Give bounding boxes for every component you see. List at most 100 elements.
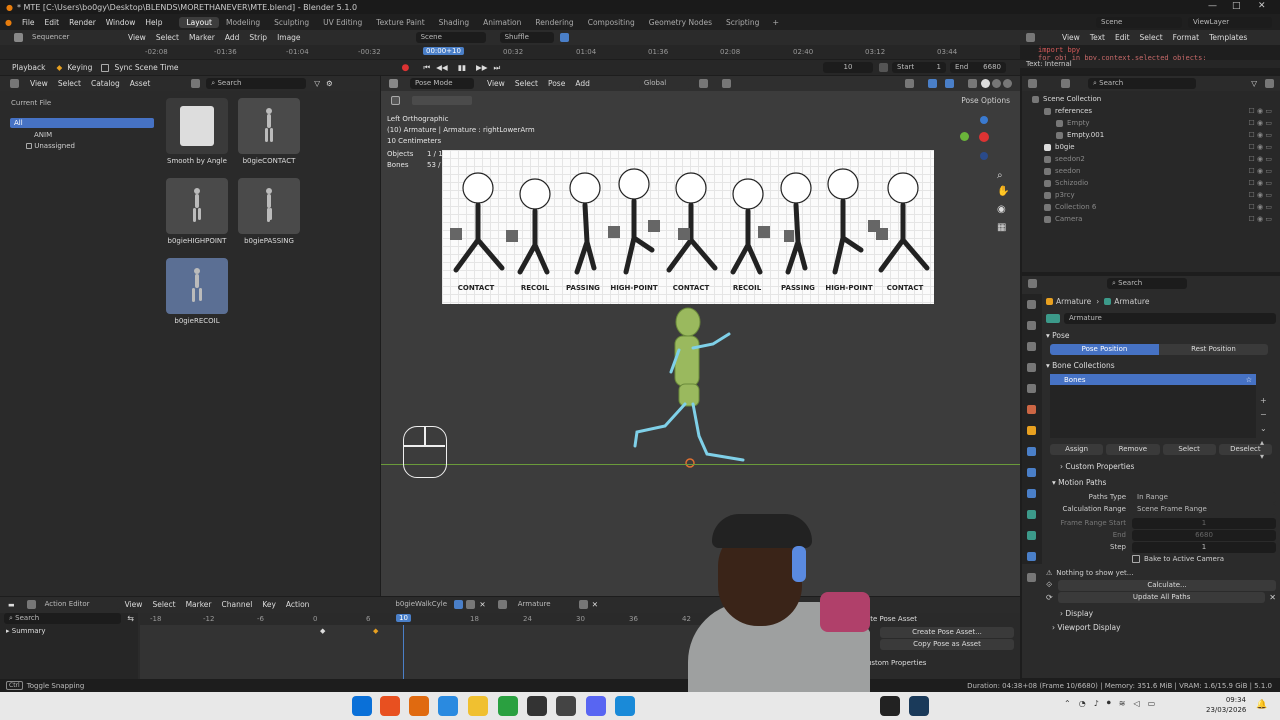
- outliner-item[interactable]: seedon ☐ ◉ ▭: [1022, 165, 1280, 177]
- visibility-toggle-icon[interactable]: ☐ ◉ ▭: [1249, 143, 1272, 151]
- calc-range-dropdown[interactable]: Scene Frame Range: [1132, 503, 1276, 515]
- settings-icon[interactable]: ⚙: [326, 79, 333, 88]
- add-collection-icon[interactable]: +: [1260, 394, 1267, 408]
- action-selector[interactable]: b0gieWalkCyle: [390, 599, 449, 610]
- armature-name-field[interactable]: Armature: [1064, 313, 1276, 324]
- channel-search-input[interactable]: ⌕ Search: [4, 613, 122, 624]
- search-app-icon[interactable]: [409, 696, 429, 716]
- brave-icon[interactable]: [380, 696, 400, 716]
- tab-geometry-nodes[interactable]: Geometry Nodes: [642, 17, 719, 28]
- outliner-item[interactable]: references ☐ ◉ ▭: [1022, 105, 1280, 117]
- duplicate-slot-icon[interactable]: [578, 600, 588, 609]
- check-app-icon[interactable]: [438, 696, 458, 716]
- te-menu-view[interactable]: View: [1057, 33, 1085, 42]
- asset-search-input[interactable]: ⌕ Search: [206, 78, 307, 89]
- text-editor-icon[interactable]: [1026, 33, 1035, 42]
- armature-data-tab-icon[interactable]: [1027, 510, 1036, 519]
- orientation-selector[interactable]: Global: [638, 78, 691, 89]
- maximize-icon[interactable]: □: [1232, 1, 1241, 11]
- outliner-item[interactable]: p3rcy ☐ ◉ ▭: [1022, 189, 1280, 201]
- visibility-toggle-icon[interactable]: ☐ ◉ ▭: [1249, 191, 1272, 199]
- properties-search-input[interactable]: ⌕ Search: [1107, 278, 1187, 289]
- seq-menu-strip[interactable]: Strip: [244, 33, 272, 42]
- visibility-toggle-icon[interactable]: ☐ ◉ ▭: [1249, 131, 1272, 139]
- current-frame-field[interactable]: 10: [823, 62, 873, 73]
- ab-menu-asset[interactable]: Asset: [125, 79, 156, 88]
- add-workspace-icon[interactable]: +: [766, 18, 785, 27]
- tab-scripting[interactable]: Scripting: [719, 17, 766, 28]
- constraint-tab-icon[interactable]: [1027, 489, 1036, 498]
- properties-editor-icon[interactable]: [1028, 279, 1037, 288]
- outliner-filter-icon[interactable]: ▽: [1251, 79, 1257, 88]
- unlink-slot-icon[interactable]: ✕: [592, 600, 598, 609]
- play-pause-button[interactable]: ▮▮: [458, 63, 466, 72]
- outliner-item[interactable]: Collection 6 ☐ ◉ ▭: [1022, 201, 1280, 213]
- te-menu-text[interactable]: Text: [1085, 33, 1110, 42]
- rest-position-button[interactable]: Rest Position: [1159, 344, 1268, 355]
- catalog-anim[interactable]: ANIM: [34, 131, 160, 139]
- library-selector[interactable]: Current File: [6, 98, 154, 109]
- seq-menu-image[interactable]: Image: [272, 33, 306, 42]
- motion-paths-section[interactable]: ▾ Motion Paths: [1046, 475, 1276, 489]
- visibility-toggle-icon[interactable]: ☐ ◉ ▭: [1249, 155, 1272, 163]
- display-mode-icon[interactable]: [191, 79, 201, 88]
- snap-icon[interactable]: [559, 33, 569, 42]
- mode-selector[interactable]: Pose Mode: [410, 78, 474, 89]
- visibility-icon[interactable]: [905, 79, 914, 88]
- minimize-icon[interactable]: —: [1208, 1, 1217, 11]
- vp-menu-view[interactable]: View: [482, 79, 510, 88]
- keyframe-marker[interactable]: ◆: [320, 627, 325, 635]
- pivot-icon[interactable]: [698, 79, 708, 88]
- asset-smooth-by-angle[interactable]: Smooth by Angle: [164, 98, 230, 168]
- sequencer-ruler[interactable]: -02:08 -01:36 -01:04 -00:32 00:00+10 00:…: [0, 45, 1020, 59]
- jump-start-button[interactable]: ⏮: [423, 63, 430, 73]
- select-tool-icon[interactable]: [391, 95, 400, 105]
- tab-animation[interactable]: Animation: [476, 17, 528, 28]
- step-forward-button[interactable]: ▶▶: [476, 63, 488, 72]
- clock-icon[interactable]: [879, 63, 888, 72]
- tab-layout[interactable]: Layout: [179, 16, 219, 28]
- create-pose-asset-button[interactable]: Create Pose Asset...: [880, 627, 1014, 638]
- overlay-icon[interactable]: [945, 79, 954, 88]
- display-mode-icon[interactable]: [1061, 79, 1070, 88]
- tiktok-icon[interactable]: [880, 696, 900, 716]
- bone-collection-list[interactable]: Bones ☆: [1050, 374, 1256, 438]
- camera-view-icon[interactable]: ◉: [997, 204, 1006, 215]
- clock[interactable]: 09:34 23/03/2026: [1206, 695, 1246, 715]
- xbox-icon[interactable]: [498, 696, 518, 716]
- navigation-gizmo[interactable]: [959, 116, 1011, 168]
- outliner-item[interactable]: Scene Collection: [1022, 93, 1280, 105]
- visibility-toggle-icon[interactable]: ☐ ◉ ▭: [1249, 215, 1272, 223]
- discord-icon[interactable]: [586, 696, 606, 716]
- text-editor[interactable]: View Text Edit Select Format Templates i…: [1020, 30, 1280, 74]
- texture-tab-icon[interactable]: [1027, 573, 1036, 582]
- copy-pose-as-asset-button[interactable]: Copy Pose as Asset: [880, 639, 1014, 650]
- slot-icon[interactable]: [497, 600, 507, 609]
- update-all-paths-button[interactable]: Update All Paths: [1058, 591, 1266, 603]
- seq-scene-field[interactable]: Scene: [415, 32, 486, 43]
- playback-menu[interactable]: Playback: [7, 63, 50, 72]
- te-menu-select[interactable]: Select: [1135, 33, 1168, 42]
- jump-end-button[interactable]: ⏭: [494, 63, 501, 73]
- outliner-item[interactable]: Empty.001 ☐ ◉ ▭: [1022, 129, 1280, 141]
- shading-solid-icon[interactable]: [981, 79, 990, 88]
- unlink-action-icon[interactable]: ✕: [479, 600, 485, 609]
- te-menu-templates[interactable]: Templates: [1204, 33, 1252, 42]
- close-icon[interactable]: ✕: [1258, 1, 1266, 11]
- ab-menu-view[interactable]: View: [25, 79, 53, 88]
- remove-collection-icon[interactable]: −: [1260, 408, 1267, 422]
- collapse-icon[interactable]: ▬: [8, 601, 15, 609]
- seq-menu-add[interactable]: Add: [220, 33, 245, 42]
- gizmo-icon[interactable]: [928, 79, 937, 88]
- record-button[interactable]: ●: [402, 63, 410, 73]
- notification-icon[interactable]: 🔔: [1256, 700, 1267, 710]
- custom-properties-subpanel[interactable]: Custom Properties: [850, 650, 1020, 667]
- catalog-all[interactable]: All: [10, 118, 154, 128]
- keying-menu[interactable]: Keying: [62, 63, 97, 72]
- tab-rendering[interactable]: Rendering: [528, 17, 580, 28]
- select-mode-icon[interactable]: [412, 95, 472, 105]
- menu-window[interactable]: Window: [101, 18, 141, 27]
- bone-constraint-tab-icon[interactable]: [1027, 552, 1036, 561]
- playhead-frame[interactable]: 10: [396, 614, 411, 622]
- fake-user-icon[interactable]: [454, 600, 464, 609]
